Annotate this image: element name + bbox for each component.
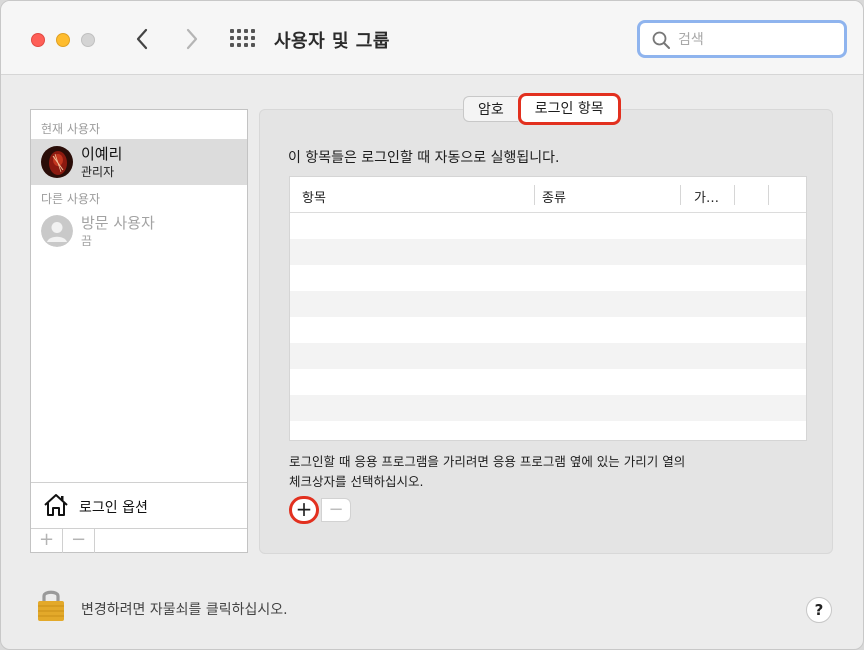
lock-icon[interactable]	[36, 586, 66, 622]
tab-bar: 암호 로그인 항목	[463, 93, 621, 125]
login-options-label: 로그인 옵션	[79, 500, 148, 516]
table-row	[290, 291, 806, 317]
user-list-buttons: + −	[31, 528, 247, 553]
hide-hint-text: 로그인할 때 응용 프로그램을 가리려면 응용 프로그램 옆에 있는 가리기 열…	[289, 452, 739, 492]
add-login-item-button[interactable]: +	[289, 496, 319, 524]
table-row	[290, 369, 806, 395]
help-button[interactable]: ?	[806, 597, 832, 623]
search-icon	[652, 31, 670, 49]
user-name: 이예리	[81, 145, 123, 163]
column-header-item[interactable]: 항목	[302, 187, 326, 206]
table-row	[290, 239, 806, 265]
window-title: 사용자 및 그룹	[274, 31, 390, 52]
chevron-right-icon	[186, 28, 198, 50]
remove-login-item-button[interactable]: −	[321, 498, 351, 522]
preferences-window: 사용자 및 그룹 현재 사용자 이예리 관리자	[0, 0, 864, 650]
close-window-button[interactable]	[31, 33, 45, 47]
minimize-window-button[interactable]	[56, 33, 70, 47]
tab-password[interactable]: 암호	[463, 96, 518, 122]
back-button[interactable]	[131, 25, 155, 53]
search-input[interactable]	[678, 29, 838, 51]
user-row-guest[interactable]: 방문 사용자 끔	[31, 208, 247, 254]
home-icon	[44, 494, 68, 516]
user-role: 관리자	[81, 165, 115, 179]
table-header: 항목 종류 가…	[290, 177, 806, 213]
column-header-kind[interactable]: 종류	[542, 187, 566, 206]
forward-button[interactable]	[179, 25, 203, 53]
table-row	[290, 343, 806, 369]
search-field[interactable]	[637, 20, 847, 58]
user-role: 끔	[81, 234, 93, 248]
guest-avatar-icon	[41, 215, 73, 247]
user-row-current[interactable]: 이예리 관리자	[31, 139, 247, 185]
user-name: 방문 사용자	[81, 214, 155, 232]
remove-user-button[interactable]: −	[63, 529, 95, 553]
table-row	[290, 213, 806, 239]
title-bar: 사용자 및 그룹	[1, 1, 863, 75]
users-sidebar: 현재 사용자 이예리 관리자 다른 사용자 방문 사용자 끔 로그인 옵션 + …	[30, 109, 248, 553]
login-items-description: 이 항목들은 로그인할 때 자동으로 실행됩니다.	[288, 150, 560, 166]
chevron-left-icon	[136, 28, 148, 50]
tab-login-items[interactable]: 로그인 항목	[517, 93, 621, 125]
login-options-item[interactable]: 로그인 옵션	[31, 482, 247, 528]
table-row	[290, 395, 806, 421]
table-row	[290, 317, 806, 343]
lock-message: 변경하려면 자물쇠를 클릭하십시오.	[81, 602, 288, 618]
zoom-window-button[interactable]	[81, 33, 95, 47]
login-items-buttons: + −	[289, 496, 353, 524]
hint-line: 로그인할 때 응용 프로그램을 가리려면 응용 프로그램 옆에 있는 가리기 열…	[289, 454, 686, 469]
login-items-table[interactable]: 항목 종류 가…	[289, 176, 807, 441]
show-all-grid-button[interactable]	[230, 29, 255, 49]
hint-line: 체크상자를 선택하십시오.	[289, 474, 424, 489]
column-header-hide[interactable]: 가…	[694, 187, 719, 206]
user-avatar	[41, 146, 73, 178]
table-row	[290, 265, 806, 291]
current-users-header: 현재 사용자	[41, 122, 101, 136]
add-user-button[interactable]: +	[31, 529, 63, 553]
other-users-header: 다른 사용자	[41, 192, 101, 206]
